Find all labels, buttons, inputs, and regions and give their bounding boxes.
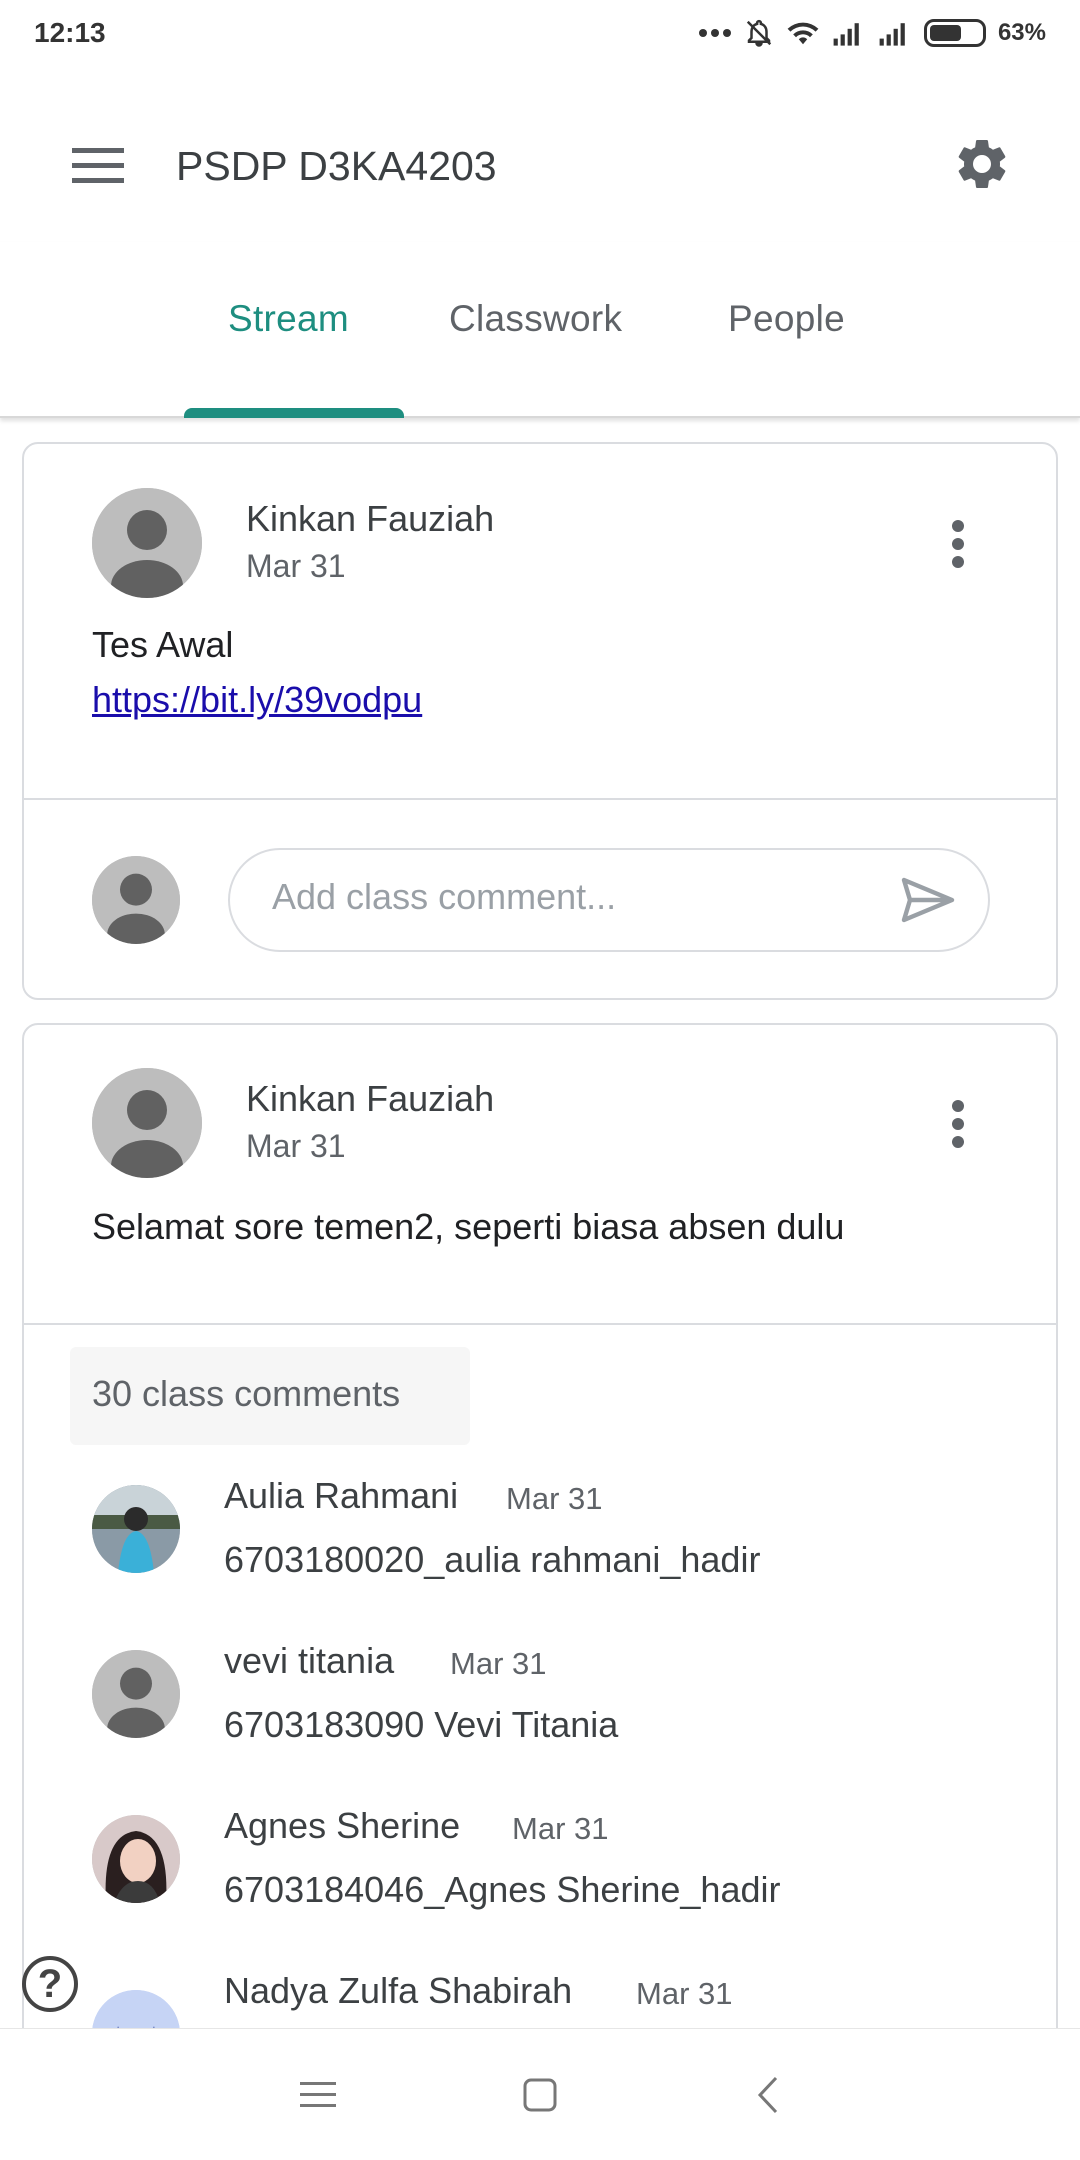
comment-item: vevi titania Mar 31 6703183090 Vevi Tita…	[24, 1640, 1056, 1790]
class-comments-count-button[interactable]: 30 class comments	[70, 1347, 470, 1445]
comment-date: Mar 31	[636, 1976, 733, 2011]
class-title: PSDP D3KA4203	[176, 143, 497, 189]
more-vert-icon	[952, 1100, 964, 1148]
commenter-avatar	[92, 1815, 180, 1903]
divider	[24, 798, 1056, 800]
post-options-button[interactable]	[934, 1088, 982, 1160]
post-card: Kinkan Fauziah Mar 31 Tes Awal https://b…	[22, 442, 1058, 1000]
signal-icon-2	[879, 23, 905, 46]
system-nav-bar	[0, 2028, 1080, 2160]
signal-icon	[833, 23, 859, 46]
post-date: Mar 31	[246, 548, 346, 584]
more-vert-icon	[952, 520, 964, 568]
author-avatar	[92, 1068, 202, 1178]
status-bar: 12:13 63%	[0, 0, 1080, 66]
notifications-off-icon	[746, 19, 772, 47]
active-tab-indicator	[184, 408, 404, 418]
person-icon	[92, 856, 180, 944]
back-button[interactable]	[738, 2065, 798, 2125]
help-button[interactable]: ?	[22, 1956, 78, 2012]
comment-item: Aulia Rahmani Mar 31 6703180020_aulia ra…	[24, 1475, 1056, 1625]
menu-button[interactable]	[62, 130, 134, 202]
commenter-avatar	[92, 1650, 180, 1738]
home-button[interactable]	[510, 2065, 570, 2125]
send-comment-button[interactable]	[892, 864, 964, 936]
hamburger-menu-icon	[72, 148, 124, 183]
comment-text: 6703183090 Vevi Titania	[224, 1704, 619, 1745]
app-bar: PSDP D3KA4203	[0, 66, 1080, 242]
comment-text: 6703180020_aulia rahmani_hadir	[224, 1539, 761, 1580]
comment-author: Nadya Zulfa Shabirah	[224, 1970, 573, 2011]
tab-classwork[interactable]: Classwork	[449, 298, 622, 340]
post-date: Mar 31	[246, 1128, 346, 1164]
post-author: Kinkan Fauziah	[246, 498, 495, 539]
menu-lines-icon	[300, 2082, 336, 2107]
comment-author: vevi titania	[224, 1640, 395, 1681]
comment-text: 6703184046_Agnes Sherine_hadir	[224, 1869, 781, 1910]
post-text: Tes Awal	[92, 624, 234, 665]
tab-bar: Stream Classwork People	[0, 242, 1080, 418]
post-options-button[interactable]	[934, 508, 982, 580]
post-author: Kinkan Fauziah	[246, 1078, 495, 1119]
post-link[interactable]: https://bit.ly/39vodpu	[92, 679, 422, 721]
post-text: Selamat sore temen2, seperti biasa absen…	[92, 1206, 845, 1247]
status-time: 12:13	[34, 17, 106, 48]
wifi-icon	[787, 22, 819, 45]
tab-stream[interactable]: Stream	[228, 298, 349, 340]
settings-button[interactable]	[940, 122, 1024, 206]
photo-avatar-icon	[92, 1815, 180, 1903]
author-avatar	[92, 488, 202, 598]
person-icon	[92, 1068, 202, 1178]
current-user-avatar	[92, 856, 180, 944]
status-icons: 63%	[698, 17, 1046, 49]
person-icon	[92, 488, 202, 598]
gear-icon	[958, 139, 1006, 188]
comment-placeholder: Add class comment...	[272, 876, 617, 917]
comment-date: Mar 31	[450, 1646, 547, 1681]
tab-people[interactable]: People	[728, 298, 845, 340]
person-icon	[92, 1650, 180, 1738]
comment-date: Mar 31	[506, 1481, 603, 1516]
comment-date: Mar 31	[512, 1811, 609, 1846]
chevron-left-icon	[757, 2076, 778, 2114]
comment-author: Aulia Rahmani	[224, 1475, 459, 1516]
divider	[24, 1323, 1056, 1325]
battery-percent: 63%	[997, 19, 1046, 46]
recent-apps-button[interactable]	[288, 2065, 348, 2125]
photo-avatar-icon	[92, 1485, 180, 1573]
comment-author: Agnes Sherine	[224, 1805, 461, 1846]
post-card: Kinkan Fauziah Mar 31 Selamat sore temen…	[22, 1023, 1058, 2160]
battery-icon	[923, 19, 986, 47]
commenter-avatar	[92, 1485, 180, 1573]
square-home-icon	[523, 2078, 557, 2112]
comment-item: Agnes Sherine Mar 31 6703184046_Agnes Sh…	[24, 1805, 1056, 1955]
more-dots-icon	[698, 29, 731, 37]
send-icon	[901, 877, 955, 923]
class-comment-input[interactable]: Add class comment...	[228, 848, 990, 952]
